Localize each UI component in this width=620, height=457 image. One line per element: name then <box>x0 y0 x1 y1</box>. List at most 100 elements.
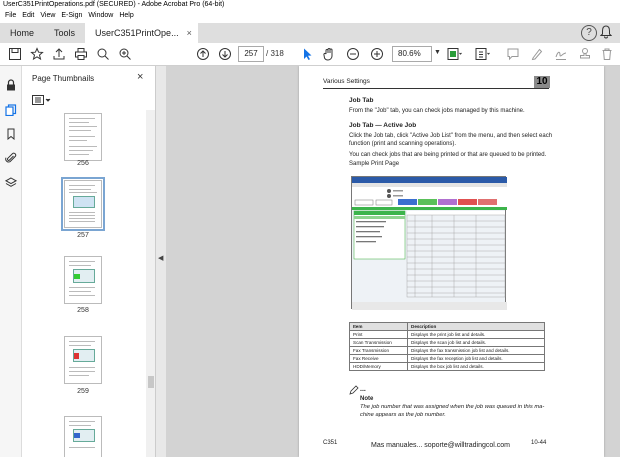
tab-document-label: UserC351PrintOpe... <box>95 28 179 38</box>
footer-page-number: 10-44 <box>531 440 547 446</box>
table-cell: Displays the box job list and details. <box>407 362 545 371</box>
note-text: chine appears as the job number. <box>360 412 446 418</box>
thumbnail-257[interactable] <box>61 177 105 231</box>
paragraph: function (print and scanning operations)… <box>349 141 457 147</box>
collapse-arrow-icon[interactable]: ◀ <box>158 254 163 262</box>
thumbnail-label: 259 <box>77 388 89 395</box>
heading-job-tab: Job Tab <box>349 97 374 104</box>
tab-home[interactable]: Home <box>0 23 44 43</box>
table-cell: Scan Transmission <box>349 338 408 347</box>
note-pencil-icon <box>349 385 359 397</box>
highlight-pen-icon[interactable] <box>530 47 544 62</box>
table-row: Scan Transmission Displays the scan job … <box>349 338 545 347</box>
thumbnails-scrollbar[interactable] <box>146 110 155 457</box>
next-page-icon[interactable] <box>218 47 232 62</box>
thumbnails-panel: Page Thumbnails × 256 257 258 259 <box>22 66 156 457</box>
search-icon[interactable] <box>96 47 110 62</box>
document-viewer: Various Settings 10 Job Tab From the "Jo… <box>166 66 620 457</box>
heading-active-job: Job Tab — Active Job <box>349 122 417 129</box>
footer-watermark: Mas manuales... soporte@willtradingcol.c… <box>371 442 510 449</box>
job-items-table: Item Description Print Displays the prin… <box>349 322 545 371</box>
previous-page-icon[interactable] <box>196 47 210 62</box>
zoom-out-icon[interactable] <box>346 47 360 62</box>
table-row: Fax Transmission Displays the fax transm… <box>349 346 545 355</box>
bookmark-icon[interactable] <box>5 128 17 141</box>
table-row: Fax Receive Displays the fax reception j… <box>349 354 545 363</box>
table-row: HDD/Memory Displays the box job list and… <box>349 362 545 371</box>
page-thumbnails-icon[interactable] <box>5 104 17 117</box>
attachment-icon[interactable] <box>5 152 17 164</box>
zoom-level-input[interactable]: 80.6% <box>392 46 432 62</box>
menu-bar: File Edit View E-Sign Window Help <box>0 11 620 23</box>
table-cell: Fax Transmission <box>349 346 408 355</box>
note-text: The job number that was assigned when th… <box>360 404 545 410</box>
header-rule <box>323 88 549 89</box>
select-cursor-icon[interactable] <box>300 47 314 62</box>
menu-view[interactable]: View <box>37 11 58 23</box>
left-navigation-rail <box>0 66 22 457</box>
thumbnail-258[interactable] <box>64 256 102 304</box>
table-cell: Displays the scan job list and details. <box>407 338 545 347</box>
table-cell: Displays the fax transmission job list a… <box>407 346 545 355</box>
panel-collapse-handle[interactable]: ◀ <box>156 66 166 457</box>
upload-icon[interactable] <box>52 47 66 62</box>
tab-bar: Home Tools UserC351PrintOpe... × ? <box>0 23 620 43</box>
note-title: Note <box>360 396 374 402</box>
paragraph: Sample Print Page <box>349 161 400 167</box>
sign-icon[interactable] <box>554 47 568 62</box>
help-icon[interactable]: ? <box>581 25 597 41</box>
menu-edit[interactable]: Edit <box>19 11 37 23</box>
bookmark-star-icon[interactable] <box>30 47 44 62</box>
toolbar <box>0 43 620 66</box>
thumbnail-256[interactable] <box>64 113 102 161</box>
page-count: / 318 <box>266 49 284 58</box>
menu-esign[interactable]: E-Sign <box>58 11 85 23</box>
pdf-page: Various Settings 10 Job Tab From the "Jo… <box>299 66 604 457</box>
table-cell: Displays the fax reception job list and … <box>407 354 545 363</box>
panel-title: Page Thumbnails <box>32 74 95 83</box>
zoom-dropdown-icon[interactable]: ▼ <box>434 49 441 56</box>
save-icon[interactable] <box>8 47 22 62</box>
table-cell: Fax Receive <box>349 354 408 363</box>
print-icon[interactable] <box>74 47 88 62</box>
menu-window[interactable]: Window <box>85 11 116 23</box>
section-number: 10 <box>534 76 550 88</box>
paragraph: From the "Job" tab, you can check jobs m… <box>349 108 525 114</box>
page-fit-icon[interactable] <box>446 47 462 62</box>
page-header: Various Settings <box>323 78 370 85</box>
table-cell: Print <box>349 330 408 339</box>
scroll-mode-icon[interactable] <box>474 47 490 62</box>
table-cell: HDD/Memory <box>349 362 408 371</box>
footer-model: C351 <box>323 440 338 446</box>
tab-tools[interactable]: Tools <box>44 23 85 43</box>
zoom-in-icon[interactable] <box>118 47 132 62</box>
paragraph: You can check jobs that are being printe… <box>349 152 547 158</box>
table-row: Print Displays the print job list and de… <box>349 330 545 339</box>
menu-help[interactable]: Help <box>116 11 136 23</box>
thumbnail-259[interactable] <box>64 336 102 384</box>
tab-close-icon[interactable]: × <box>187 28 192 43</box>
hand-tool-icon[interactable] <box>322 47 336 62</box>
note-dots: ... <box>360 386 366 393</box>
comment-icon[interactable] <box>506 47 520 62</box>
lock-icon[interactable] <box>5 79 17 91</box>
tab-document[interactable]: UserC351PrintOpe... × <box>85 23 198 43</box>
menu-file[interactable]: File <box>2 11 19 23</box>
thumbnail-options-icon[interactable] <box>32 95 52 107</box>
table-header: Description <box>407 322 545 331</box>
delete-icon[interactable] <box>600 47 614 62</box>
thumbnail-list: 256 257 258 259 <box>22 110 146 457</box>
paragraph: Click the Job tab, click "Active Job Lis… <box>349 133 553 139</box>
zoom-plus-icon[interactable] <box>370 47 384 62</box>
panel-close-icon[interactable]: × <box>137 71 143 83</box>
notification-bell-icon[interactable] <box>599 25 614 43</box>
sample-screenshot-image <box>351 176 507 310</box>
layers-icon[interactable] <box>4 177 18 189</box>
stamp-icon[interactable] <box>578 47 592 62</box>
page-number-input[interactable]: 257 <box>238 46 264 62</box>
window-title: UserC351PrintOperations.pdf (SECURED) - … <box>0 0 620 11</box>
scrollbar-thumb[interactable] <box>148 376 154 388</box>
thumbnail-260[interactable] <box>64 416 102 457</box>
thumbnail-label: 258 <box>77 307 89 314</box>
thumbnail-label: 257 <box>77 232 89 239</box>
